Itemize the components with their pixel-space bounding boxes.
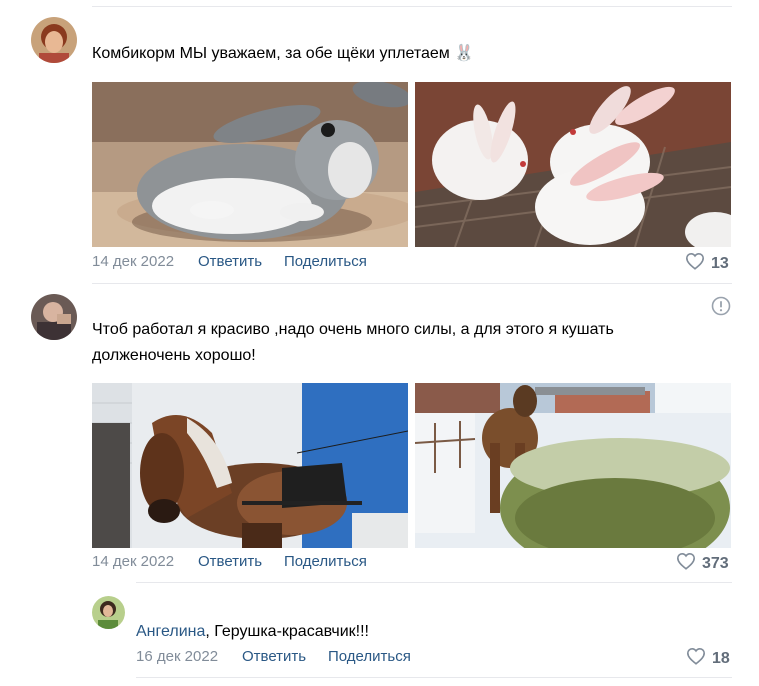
like-button[interactable]: 18 (686, 647, 730, 670)
reply-button[interactable]: Ответить (198, 253, 262, 270)
heart-icon (686, 647, 706, 670)
avatar-comment-2[interactable] (31, 294, 77, 340)
report-icon[interactable] (711, 296, 731, 316)
share-button[interactable]: Поделиться (284, 553, 367, 570)
reply-date: 16 дек 2022 (136, 648, 219, 665)
share-button[interactable]: Поделиться (284, 253, 367, 270)
top-divider (92, 6, 732, 7)
comment-text: Комбикорм МЫ уважаем, за обе щёки уплета… (92, 45, 475, 62)
reply-button[interactable]: Ответить (242, 648, 306, 665)
reply-text: , Герушка-красавчик!!! (205, 623, 369, 640)
comment-text: Чтоб работал я красиво ,надо очень много… (92, 321, 614, 364)
like-count: 373 (702, 554, 729, 572)
reply-divider-bottom (136, 677, 732, 678)
like-count: 13 (711, 254, 729, 272)
photo-horse-barn[interactable] (92, 383, 408, 548)
avatar-comment-1[interactable] (31, 17, 77, 63)
like-count: 18 (712, 649, 730, 667)
heart-icon (676, 552, 696, 575)
photo-horse-snow[interactable] (415, 383, 731, 548)
like-button[interactable]: 373 (676, 552, 729, 575)
like-button[interactable]: 13 (685, 252, 729, 275)
photo-rabbits-white[interactable] (415, 82, 731, 247)
photo-rabbit-gray[interactable] (92, 82, 408, 247)
avatar-reply[interactable] (92, 596, 125, 629)
heart-icon (685, 252, 705, 275)
share-button[interactable]: Поделиться (328, 648, 411, 665)
reply-author-link[interactable]: Ангелина (136, 623, 205, 640)
reply-text-line: Ангелина, Герушка-красавчик!!! (136, 619, 696, 645)
reply-button[interactable]: Ответить (198, 553, 262, 570)
comment-date: 14 дек 2022 (92, 553, 175, 570)
reply-divider-top (136, 582, 732, 583)
comment-date: 14 дек 2022 (92, 253, 175, 270)
comment-divider (92, 283, 732, 284)
